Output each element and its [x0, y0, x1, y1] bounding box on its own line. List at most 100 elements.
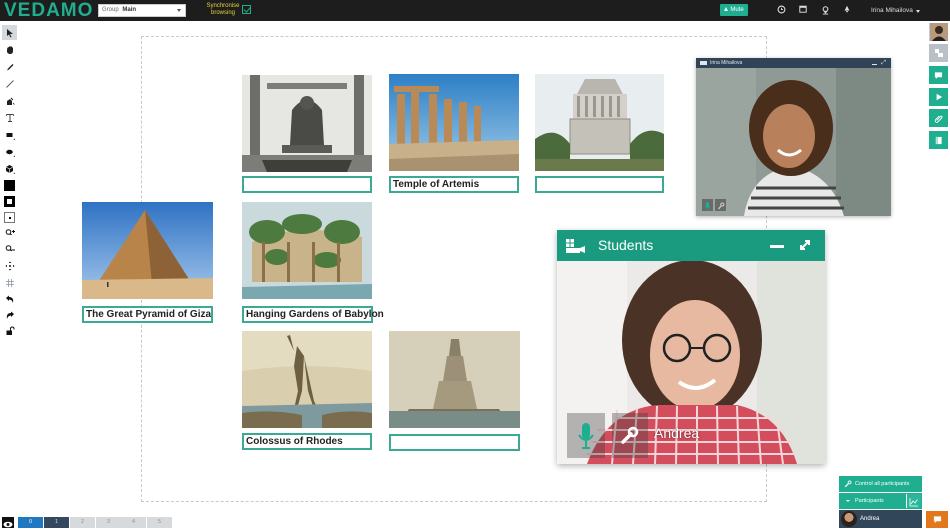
- page-tab-label: 5: [158, 519, 161, 525]
- chat-button[interactable]: [929, 66, 948, 84]
- teacher-video-feed: [696, 58, 891, 216]
- page-tab-1[interactable]: 1: [44, 517, 69, 528]
- sync-label-line1: Synchronise: [206, 3, 240, 9]
- image-temple-of-artemis[interactable]: [389, 74, 519, 171]
- caption-field-gardens[interactable]: Hanging Gardens of Babylon: [242, 306, 384, 323]
- sync-browsing-label: Synchronise browsing: [205, 3, 241, 17]
- clock-icon[interactable]: [776, 5, 786, 15]
- notebook-icon: [935, 136, 942, 144]
- shapes-tool[interactable]: [2, 161, 17, 176]
- lock-tool[interactable]: [2, 323, 17, 338]
- select-tool[interactable]: [2, 25, 17, 40]
- control-all-label: Control all participants: [855, 481, 910, 487]
- image-great-pyramid[interactable]: [82, 202, 213, 299]
- chat-bubble-button[interactable]: [926, 511, 948, 528]
- user-menu-name[interactable]: Irina Mihailova: [871, 6, 913, 15]
- map-pin-icon[interactable]: [820, 5, 830, 15]
- page-tab-0[interactable]: 0: [18, 517, 43, 528]
- teacher-cap-icon: [700, 61, 707, 65]
- image-mausoleum[interactable]: [535, 74, 664, 171]
- move-arrows-icon: [5, 261, 14, 270]
- teacher-window-header[interactable]: Irina Mihailova ⤢: [696, 58, 891, 68]
- notebook-button[interactable]: [929, 131, 948, 149]
- teacher-name: Irina Mihailova: [710, 60, 743, 66]
- wrench-icon: [844, 480, 852, 488]
- image-hanging-gardens[interactable]: [242, 202, 372, 299]
- student-name-label: Andrea: [654, 425, 700, 441]
- caption-field-pyramid[interactable]: The Great Pyramid of Giza: [82, 306, 213, 323]
- teacher-video-window[interactable]: Irina Mihailova ⤢: [696, 58, 891, 216]
- user-avatar[interactable]: [929, 23, 948, 41]
- attachment-button[interactable]: [929, 109, 948, 127]
- rectangle-icon: [6, 132, 15, 140]
- teacher-settings-button[interactable]: [715, 199, 726, 211]
- caption-field-mausoleum[interactable]: [535, 176, 664, 193]
- students-window-header[interactable]: Students: [557, 230, 825, 261]
- play-button[interactable]: [929, 88, 948, 106]
- mute-label: Mute: [730, 7, 744, 13]
- fill-color-swatch[interactable]: [2, 178, 17, 193]
- layout-button[interactable]: [929, 44, 948, 62]
- hand-icon: [6, 45, 13, 54]
- chat-icon: [934, 71, 943, 79]
- page-tab-3[interactable]: 3: [96, 517, 121, 528]
- group-select-label: Group: [102, 7, 119, 13]
- line-tool[interactable]: [2, 76, 17, 91]
- bell-icon[interactable]: [842, 5, 852, 15]
- sync-browsing-checkbox[interactable]: [242, 5, 251, 14]
- undo-tool[interactable]: [2, 291, 17, 306]
- participants-stats-button[interactable]: [906, 494, 921, 508]
- ellipse-tool[interactable]: [2, 144, 17, 159]
- pan-tool[interactable]: [2, 42, 17, 57]
- bell-icon: [724, 7, 729, 11]
- text-icon: [5, 113, 14, 122]
- wrench-icon: [621, 426, 639, 444]
- mute-button[interactable]: Mute: [720, 4, 748, 16]
- sync-label-line2: browsing: [210, 10, 235, 16]
- text-tool[interactable]: [2, 110, 17, 125]
- minimize-icon[interactable]: [872, 64, 877, 65]
- page-tab-5[interactable]: 5: [147, 517, 172, 528]
- group-select[interactable]: Group Main: [98, 4, 186, 17]
- student-settings-button[interactable]: [612, 413, 648, 458]
- page-tab-4[interactable]: 4: [121, 517, 146, 528]
- rectangle-tool[interactable]: [2, 127, 17, 142]
- page-tab-label: 2: [81, 519, 84, 525]
- zoom-in-tool[interactable]: [2, 225, 17, 240]
- user-menu-chevron-icon[interactable]: [916, 10, 920, 13]
- fill-tool[interactable]: [2, 93, 17, 108]
- control-all-participants-button[interactable]: Control all participants: [839, 476, 922, 492]
- move-tool[interactable]: [2, 258, 17, 273]
- pen-tool[interactable]: [2, 59, 17, 74]
- chart-icon: [909, 498, 918, 507]
- participants-label: Participants: [855, 498, 884, 504]
- image-colossus-of-rhodes[interactable]: [242, 331, 372, 428]
- zoom-out-icon: [5, 244, 15, 251]
- image-statue-of-zeus[interactable]: [242, 75, 372, 172]
- caption-field-artemis[interactable]: Temple of Artemis: [389, 176, 519, 193]
- microphone-icon: [704, 202, 711, 211]
- caption-field-zeus[interactable]: [242, 176, 372, 193]
- expand-icon[interactable]: [799, 239, 811, 251]
- stroke-color-swatch[interactable]: [2, 194, 17, 209]
- image-lighthouse-of-alexandria[interactable]: [389, 331, 520, 428]
- caption-field-colossus[interactable]: Colossus of Rhodes: [242, 433, 372, 450]
- page-tab-label: 1: [55, 519, 58, 525]
- page-tab-2[interactable]: 2: [70, 517, 95, 528]
- redo-icon: [6, 311, 14, 319]
- participant-name: Andrea: [860, 516, 880, 522]
- grid-tool[interactable]: [2, 275, 17, 290]
- student-mic-button[interactable]: [567, 413, 605, 458]
- visibility-toggle[interactable]: [2, 517, 14, 528]
- vedamo-logo: VEDAMO: [4, 0, 94, 21]
- teacher-mic-button[interactable]: [702, 199, 713, 211]
- zoom-in-icon: [5, 228, 15, 235]
- minimize-icon[interactable]: [770, 245, 784, 248]
- zoom-out-tool[interactable]: [2, 241, 17, 256]
- stroke-width-swatch[interactable]: [2, 210, 17, 225]
- expand-icon[interactable]: ⤢: [881, 60, 886, 66]
- calendar-icon[interactable]: [798, 5, 808, 15]
- caption-field-lighthouse[interactable]: [389, 434, 520, 451]
- line-icon: [5, 79, 14, 88]
- redo-tool[interactable]: [2, 307, 17, 322]
